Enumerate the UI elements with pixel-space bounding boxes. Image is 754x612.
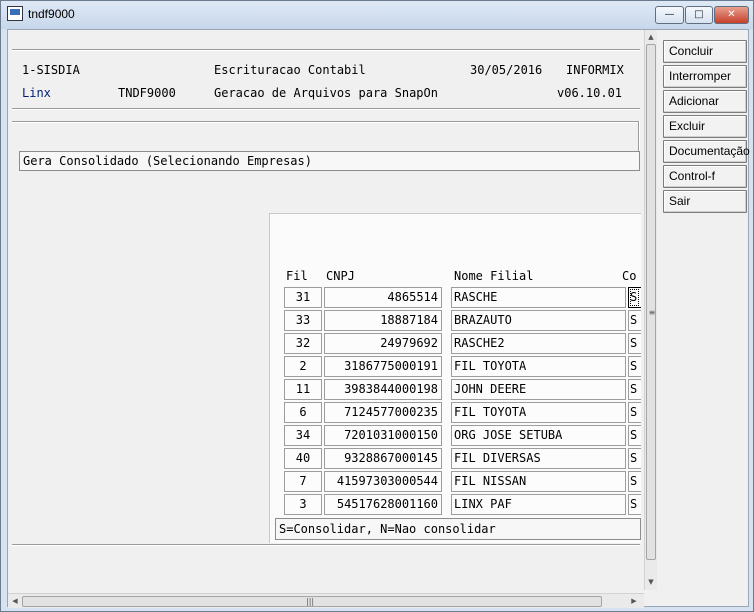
nome-filial-cell[interactable]: RASCHE2 (451, 333, 626, 354)
horizontal-scroll-thumb[interactable]: ||| (22, 596, 602, 607)
cnpj-cell[interactable]: 18887184 (324, 310, 442, 331)
window-title: tndf9000 (28, 7, 75, 21)
fil-cell[interactable]: 32 (284, 333, 322, 354)
grip-icon: ||| (306, 597, 315, 606)
consolidar-field[interactable]: S (628, 425, 641, 446)
nome-filial-cell[interactable]: LINX PAF (451, 494, 626, 515)
cnpj-cell[interactable]: 4865514 (324, 287, 442, 308)
fil-cell[interactable]: 31 (284, 287, 322, 308)
concluir-button[interactable]: Concluir (663, 40, 747, 63)
nome-filial-cell[interactable]: ORG JOSE SETUBA (451, 425, 626, 446)
content-top-divider (12, 121, 640, 123)
consolidar-field[interactable]: S (628, 471, 641, 492)
fil-cell[interactable]: 11 (284, 379, 322, 400)
scroll-up-icon[interactable]: ▲ (646, 32, 656, 42)
column-header-fil: Fil (286, 269, 308, 283)
cnpj-cell[interactable]: 3186775000191 (324, 356, 442, 377)
company-name: Linx (22, 86, 51, 100)
fil-cell[interactable]: 3 (284, 494, 322, 515)
section-title: Gera Consolidado (Selecionando Empresas) (23, 154, 312, 168)
sair-button[interactable]: Sair (663, 190, 747, 213)
consolidar-field[interactable]: S (628, 287, 641, 308)
client-area: 1-SISDIA Escrituracao Contabil 30/05/201… (7, 29, 750, 608)
consolidar-field[interactable]: S (628, 379, 641, 400)
cnpj-cell[interactable]: 3983844000198 (324, 379, 442, 400)
consolidar-field[interactable]: S (628, 333, 641, 354)
cnpj-cell[interactable]: 7124577000235 (324, 402, 442, 423)
fil-cell[interactable]: 6 (284, 402, 322, 423)
footer-divider (12, 544, 640, 546)
section-title-box: Gera Consolidado (Selecionando Empresas) (19, 151, 640, 171)
system-code: 1-SISDIA (22, 63, 80, 77)
minimize-button[interactable]: — (655, 6, 684, 24)
fil-cell[interactable]: 7 (284, 471, 322, 492)
scroll-down-icon[interactable]: ▼ (646, 577, 656, 587)
excluir-button[interactable]: Excluir (663, 115, 747, 138)
consolidar-field[interactable]: S (628, 448, 641, 469)
content-right-divider (638, 121, 640, 151)
nome-filial-cell[interactable]: FIL DIVERSAS (451, 448, 626, 469)
nome-filial-cell[interactable]: RASCHE (451, 287, 626, 308)
header-top-divider (12, 49, 640, 51)
fil-cell[interactable]: 2 (284, 356, 322, 377)
close-button[interactable]: ✕ (714, 6, 749, 24)
header-bottom-divider (12, 108, 640, 110)
adicionar-button[interactable]: Adicionar (663, 90, 747, 113)
column-header-nome-filial: Nome Filial (454, 269, 534, 283)
consolidar-field[interactable]: S (628, 494, 641, 515)
terminal-screen: 1-SISDIA Escrituracao Contabil 30/05/201… (8, 30, 657, 590)
nome-filial-cell[interactable]: FIL TOYOTA (451, 402, 626, 423)
scroll-right-icon[interactable]: ▶ (629, 596, 639, 606)
vertical-scrollbar[interactable]: ▲ ≡ ▼ (644, 30, 657, 590)
maximize-button[interactable]: □ (685, 6, 713, 24)
current-date: 30/05/2016 (470, 63, 543, 77)
application-icon (7, 6, 23, 21)
horizontal-scrollbar[interactable]: ◀ ||| ▶ (8, 593, 644, 608)
program-subtitle: Geracao de Arquivos para SnapOn (214, 86, 438, 100)
documentacao-button[interactable]: Documentação (663, 140, 750, 163)
cnpj-cell[interactable]: 24979692 (324, 333, 442, 354)
grip-icon: ≡ (648, 308, 656, 317)
cnpj-cell[interactable]: 54517628001160 (324, 494, 442, 515)
consolidar-field[interactable]: S (628, 402, 641, 423)
cnpj-cell[interactable]: 9328867000145 (324, 448, 442, 469)
nome-filial-cell[interactable]: BRAZAUTO (451, 310, 626, 331)
title-bar[interactable]: tndf9000 — □ ✕ (1, 1, 753, 29)
scroll-left-icon[interactable]: ◀ (10, 596, 20, 606)
nome-filial-cell[interactable]: JOHN DEERE (451, 379, 626, 400)
program-code: TNDF9000 (118, 86, 176, 100)
app-window: tndf9000 — □ ✕ 1-SISDIA Escrituracao Con… (0, 0, 754, 612)
nome-filial-cell[interactable]: FIL NISSAN (451, 471, 626, 492)
column-header-cnpj: CNPJ (326, 269, 355, 283)
column-header-consolidar: Co (622, 269, 637, 283)
program-version: v06.10.01 (557, 86, 623, 100)
fil-cell[interactable]: 33 (284, 310, 322, 331)
module-title: Escrituracao Contabil (214, 63, 366, 77)
status-hint-box: S=Consolidar, N=Nao consolidar (275, 518, 641, 540)
vertical-scroll-thumb[interactable]: ≡ (646, 44, 656, 560)
nome-filial-cell[interactable]: FIL TOYOTA (451, 356, 626, 377)
database-name: INFORMIX (566, 63, 624, 77)
cnpj-cell[interactable]: 7201031000150 (324, 425, 442, 446)
status-hint: S=Consolidar, N=Nao consolidar (279, 522, 496, 536)
cnpj-cell[interactable]: 41597303000544 (324, 471, 442, 492)
consolidar-field[interactable]: S (628, 310, 641, 331)
consolidar-field[interactable]: S (628, 356, 641, 377)
fil-cell[interactable]: 34 (284, 425, 322, 446)
fil-cell[interactable]: 40 (284, 448, 322, 469)
interromper-button[interactable]: Interromper (663, 65, 747, 88)
control-f-button[interactable]: Control-f (663, 165, 747, 188)
